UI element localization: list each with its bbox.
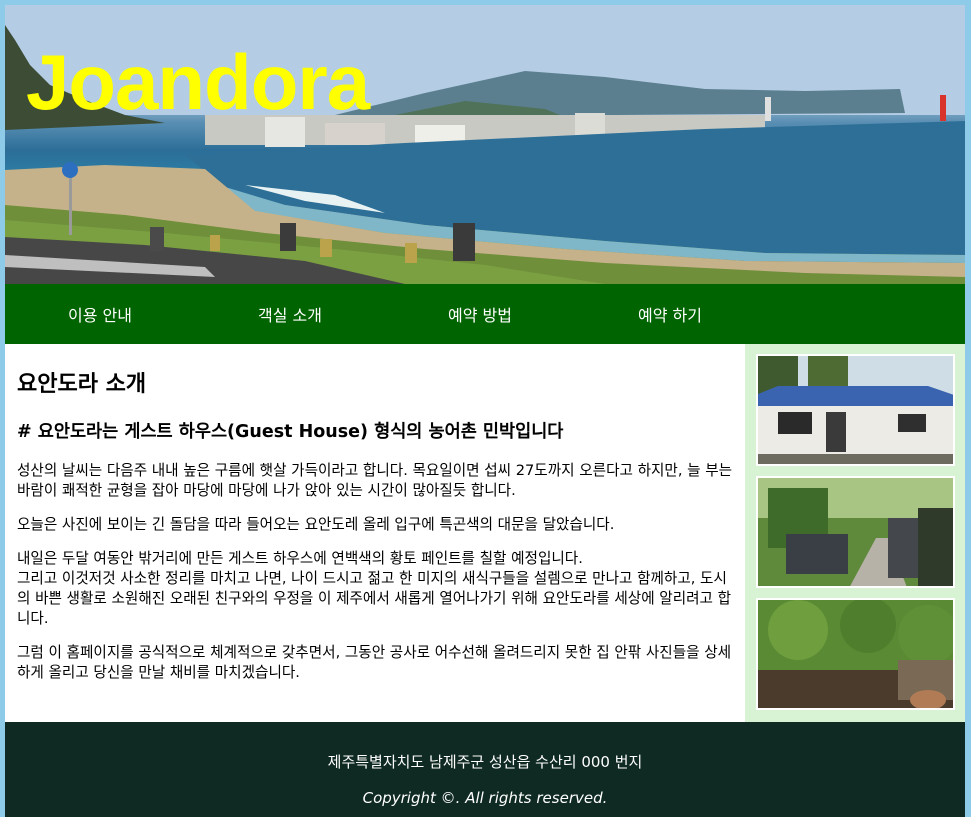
main-nav: 이용 안내 객실 소개 예약 방법 예약 하기 — [5, 284, 965, 344]
photo-sidebar — [745, 344, 965, 722]
page-frame: Joandora 이용 안내 객실 소개 예약 방법 예약 하기 요안도라 소개… — [5, 5, 965, 817]
site-logo[interactable]: Joandora — [26, 43, 370, 121]
paragraph-weather: 성산의 날씨는 다음주 내내 높은 구름에 햇살 가득이라고 합니다. 목요일이… — [17, 462, 733, 499]
house-photo[interactable] — [756, 354, 955, 466]
nav-item-rooms[interactable]: 객실 소개 — [195, 302, 385, 326]
paragraph-plans: 내일은 두달 여동안 밖거리에 만든 게스트 하우스에 연백색의 황토 페인트를… — [17, 550, 732, 627]
garden-photo[interactable] — [756, 598, 955, 710]
header-banner: Joandora — [5, 5, 965, 284]
footer-address: 제주특별자치도 남제주군 성산읍 수산리 000 번지 — [327, 753, 643, 771]
paragraph-closing: 그럼 이 홈페이지를 공식적으로 체계적으로 갖추면서, 그동안 공사로 어수선… — [17, 644, 732, 681]
nav-item-make-reservation[interactable]: 예약 하기 — [575, 302, 765, 326]
page-title: 요안도라 소개 — [17, 372, 147, 397]
stone-wall-alley-photo[interactable] — [756, 476, 955, 588]
paragraph-gate: 오늘은 사진에 보이는 긴 돌담을 따라 들어오는 요안도레 올레 입구에 특곤… — [17, 516, 615, 533]
main-content: 요안도라 소개 # 요안도라는 게스트 하우스(Guest House) 형식의… — [5, 344, 745, 722]
nav-item-usage-guide[interactable]: 이용 안내 — [5, 302, 195, 326]
footer-copyright: Copyright ©. All rights reserved. — [362, 789, 608, 807]
nav-item-booking-method[interactable]: 예약 방법 — [385, 302, 575, 326]
site-footer: 제주특별자치도 남제주군 성산읍 수산리 000 번지 Copyright ©.… — [5, 722, 965, 817]
page-subtitle: # 요안도라는 게스트 하우스(Guest House) 형식의 농어촌 민박입… — [17, 422, 564, 442]
